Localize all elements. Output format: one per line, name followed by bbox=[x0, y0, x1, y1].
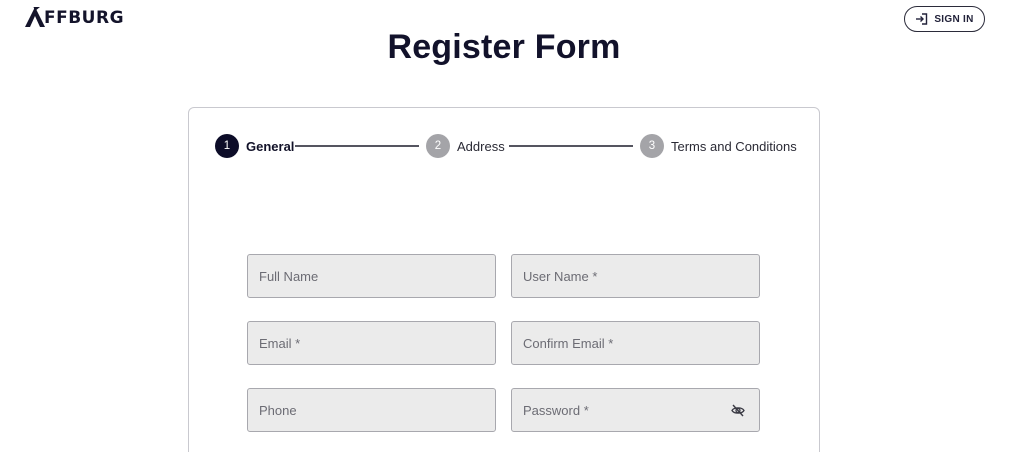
brand-logo[interactable]: FFBURG bbox=[24, 6, 124, 28]
affburg-logo-mark-icon bbox=[25, 7, 45, 27]
confirm-email-field[interactable]: Confirm Email * bbox=[511, 321, 760, 365]
stepper: 1 General 2 Address 3 Terms and Conditio… bbox=[189, 108, 819, 188]
sign-in-label: SIGN IN bbox=[934, 13, 974, 25]
password-label: Password * bbox=[523, 402, 589, 418]
register-form-card: 1 General 2 Address 3 Terms and Conditio… bbox=[188, 107, 820, 452]
eye-off-icon[interactable] bbox=[731, 404, 745, 417]
step-label-terms: Terms and Conditions bbox=[671, 138, 797, 154]
phone-label: Phone bbox=[259, 402, 297, 418]
step-terms[interactable]: 3 Terms and Conditions bbox=[640, 134, 797, 158]
confirm-email-label: Confirm Email * bbox=[523, 335, 614, 351]
page-title: Register Form bbox=[387, 28, 621, 66]
email-label: Email * bbox=[259, 335, 301, 351]
email-field[interactable]: Email * bbox=[247, 321, 496, 365]
brand-name: FFBURG bbox=[44, 8, 125, 28]
step-number-1: 1 bbox=[215, 134, 239, 158]
step-number-2: 2 bbox=[426, 134, 450, 158]
password-field[interactable]: Password * bbox=[511, 388, 760, 432]
full-name-field[interactable]: Full Name bbox=[247, 254, 496, 298]
step-label-address: Address bbox=[457, 138, 505, 154]
phone-field[interactable]: Phone bbox=[247, 388, 496, 432]
full-name-label: Full Name bbox=[259, 268, 319, 284]
login-icon bbox=[916, 13, 928, 25]
step-label-general: General bbox=[246, 138, 295, 154]
step-general[interactable]: 1 General bbox=[215, 134, 294, 158]
step-connector-1 bbox=[295, 145, 419, 147]
user-name-label: User Name * bbox=[523, 268, 598, 284]
user-name-field[interactable]: User Name * bbox=[511, 254, 760, 298]
step-number-3: 3 bbox=[640, 134, 664, 158]
step-connector-2 bbox=[509, 145, 633, 147]
register-page: FFBURG SIGN IN Register Form 1 General 2… bbox=[0, 0, 1024, 452]
step-address[interactable]: 2 Address bbox=[426, 134, 505, 158]
